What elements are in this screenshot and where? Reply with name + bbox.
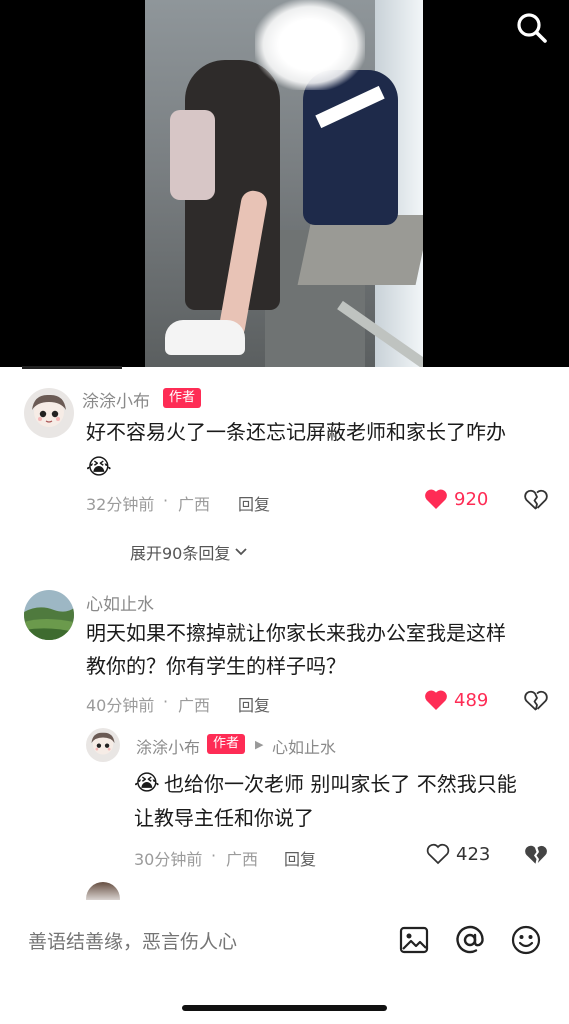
mention-icon (456, 925, 484, 954)
avatar-cartoon-girl-icon (86, 728, 120, 762)
dislike-button[interactable] (524, 489, 548, 511)
image-button[interactable] (398, 924, 430, 956)
avatar[interactable] (24, 590, 74, 640)
comment-location: 广西 (178, 696, 211, 715)
face-blur (255, 0, 365, 90)
meta-separator: · (163, 491, 169, 510)
heart-outline-icon (426, 843, 450, 865)
video-window-ledge (297, 215, 423, 285)
reply-time: 30分钟前 (134, 850, 203, 869)
reply-button[interactable]: 回复 (238, 491, 270, 515)
expand-replies-button[interactable]: 展开90条回复 (130, 540, 248, 564)
dislike-button[interactable] (524, 844, 548, 866)
broken-heart-icon (524, 690, 548, 711)
comment-username[interactable]: 涂涂小布 (82, 387, 150, 412)
reply-to-username[interactable]: 心如止水 (272, 734, 336, 758)
crying-emoji: 😭 (134, 771, 160, 796)
comment-username[interactable]: 心如止水 (86, 590, 154, 615)
video-progress-bar[interactable] (22, 366, 122, 369)
emoji-icon (511, 925, 541, 955)
like-button[interactable]: 489 (424, 689, 488, 711)
author-badge: 作者 (163, 388, 202, 408)
like-count: 920 (454, 488, 489, 510)
video-player[interactable] (0, 0, 569, 367)
avatar-cartoon-girl-icon (24, 388, 74, 438)
chevron-down-icon (235, 548, 248, 556)
reply-text-line2: 让教导主任和你说了 (134, 806, 314, 830)
comment-text-line2: 教你的？你有学生的样子吗？ (86, 654, 346, 678)
comment-location: 广西 (178, 495, 211, 514)
reply-location: 广西 (226, 850, 259, 869)
reply-text-line1: 也给你一次老师 别叫家长了 不然我只能 (164, 772, 517, 796)
meta-separator: · (163, 692, 169, 711)
heart-filled-icon (425, 489, 447, 509)
comment-time: 32分钟前 (86, 495, 155, 514)
avatar[interactable] (86, 728, 120, 762)
heart-filled-icon (425, 690, 447, 710)
reply-button[interactable]: 回复 (284, 846, 316, 870)
video-shoe (165, 320, 245, 355)
dislike-button[interactable] (524, 690, 548, 712)
image-icon (399, 926, 429, 954)
emoji-button[interactable] (510, 924, 542, 956)
video-shirt (170, 110, 215, 200)
search-button[interactable] (514, 10, 550, 46)
avatar-landscape-icon (24, 590, 74, 640)
avatar[interactable] (24, 388, 74, 438)
like-count: 423 (456, 843, 491, 865)
like-count: 489 (454, 689, 489, 711)
comment-text-line1: 明天如果不擦掉就让你家长来我办公室我是这样 (86, 621, 506, 645)
author-badge: 作者 (207, 734, 246, 754)
like-button[interactable]: 920 (424, 488, 488, 510)
comment-input[interactable] (28, 928, 368, 956)
reply-arrow-icon: ▶ (255, 738, 264, 751)
broken-heart-icon (524, 489, 548, 510)
search-icon (517, 13, 547, 43)
comment-text: 好不容易火了一条还忘记屏蔽老师和家长了咋办 (86, 420, 506, 444)
video-frame (145, 0, 423, 367)
home-indicator (182, 1005, 387, 1011)
video-jacket (303, 70, 398, 225)
comment-input-bar (0, 900, 569, 980)
mention-button[interactable] (454, 924, 486, 956)
like-button[interactable]: 423 (426, 843, 490, 865)
crying-emoji: 😭 (86, 455, 112, 480)
reply-username[interactable]: 涂涂小布 (136, 734, 200, 758)
broken-heart-filled-icon (525, 845, 547, 864)
meta-separator: · (211, 846, 217, 865)
expand-replies-label: 展开90条回复 (130, 544, 231, 563)
reply-button[interactable]: 回复 (238, 692, 270, 716)
comment-time: 40分钟前 (86, 696, 155, 715)
